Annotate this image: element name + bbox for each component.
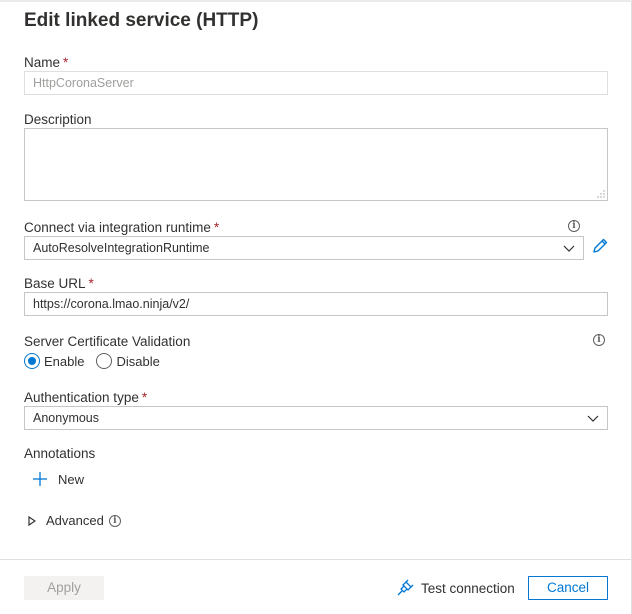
chevron-down-icon [563,245,575,252]
top-divider [0,0,632,2]
name-label: Name * [24,55,69,70]
info-icon[interactable]: i [108,514,121,527]
auth-type-label: Authentication type * [24,390,148,405]
radio-disable-label: Disable [116,353,160,369]
base-url-label: Base URL * [24,276,94,291]
apply-button[interactable]: Apply [24,576,104,600]
annotations-label: Annotations [24,446,96,461]
cancel-button[interactable]: Cancel [528,576,608,600]
caret-right-icon [28,515,36,526]
advanced-label: Advanced [46,513,104,528]
runtime-label: Connect via integration runtime * [24,220,220,235]
radio-enable[interactable]: Enable [24,353,84,369]
radio-enable-label: Enable [44,353,85,369]
required-marker: * [88,276,94,291]
radio-disable[interactable]: Disable [96,353,160,369]
cert-validation-label: Server Certificate Validation [24,334,191,349]
pencil-icon[interactable] [591,237,609,255]
name-field[interactable]: HttpCoronaServer [24,71,608,95]
new-annotation-button[interactable]: New [32,471,84,487]
auth-type-select[interactable]: Anonymous [24,406,608,430]
required-marker: * [63,55,69,70]
resize-grip-icon[interactable] [597,190,605,198]
footer-divider [0,559,632,560]
advanced-toggle[interactable]: Advanced i [28,513,121,528]
runtime-select[interactable]: AutoResolveIntegrationRuntime [24,236,584,260]
test-connection-label: Test connection [421,580,515,596]
cert-validation-radio-group: Enable Disable [24,353,172,369]
plus-icon [33,472,47,486]
chevron-down-icon [587,415,599,422]
radio-disable-button[interactable] [96,353,113,369]
info-icon[interactable]: i [593,334,605,346]
linked-service-panel: Edit linked service (HTTP) Name * HttpCor… [0,0,632,614]
description-field[interactable] [24,128,608,201]
info-icon[interactable]: i [568,220,580,232]
plug-icon [397,579,414,596]
radio-enable-button[interactable] [24,353,40,369]
required-marker: * [141,390,148,405]
test-connection-button[interactable]: Test connection [396,579,515,597]
description-label: Description [24,112,92,127]
required-marker: * [213,220,220,235]
base-url-field[interactable]: https://corona.lmao.ninja/v2/ [24,292,608,316]
panel-title: Edit linked service (HTTP) [24,10,259,31]
new-annotation-label: New [58,471,85,487]
